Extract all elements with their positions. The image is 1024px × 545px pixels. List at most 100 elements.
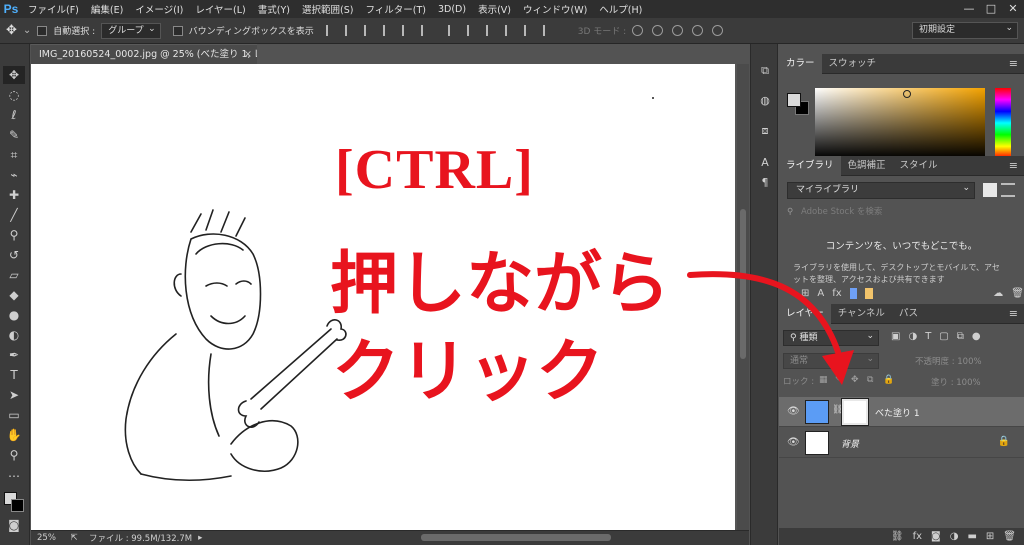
lock-transparent-icon[interactable]: ▦ xyxy=(819,375,828,385)
align-vcenter-icon[interactable] xyxy=(344,25,356,36)
background-color-swatch[interactable] xyxy=(11,499,24,512)
paint-bucket-tool-icon[interactable]: ◆ xyxy=(3,286,25,304)
opacity-field[interactable]: 不透明度 : 100% xyxy=(915,355,982,367)
hand-tool-icon[interactable]: ✋ xyxy=(3,426,25,444)
history-brush-tool-icon[interactable]: ↺ xyxy=(3,246,25,264)
blend-mode-dropdown[interactable]: 通常 xyxy=(783,352,879,369)
delete-layer-icon[interactable]: 🗑 xyxy=(1003,531,1016,542)
menu-layer[interactable]: レイヤー(L) xyxy=(189,2,251,16)
close-document-button[interactable]: × xyxy=(244,45,252,64)
menu-select[interactable]: 選択範囲(S) xyxy=(296,2,359,16)
lock-all-icon[interactable]: 🔒 xyxy=(883,375,894,385)
lock-artboard-icon[interactable]: ⧉ xyxy=(867,375,873,385)
zoom-tool-icon[interactable]: ⚲ xyxy=(3,446,25,464)
add-text-icon[interactable]: A xyxy=(817,288,824,299)
paragraph-panel-icon[interactable]: ¶ xyxy=(758,176,772,190)
crop-tool-icon[interactable]: ⌗ xyxy=(3,146,25,164)
maximize-button[interactable]: □ xyxy=(980,0,1002,18)
layer-thumbnail[interactable] xyxy=(805,400,829,424)
color-picker-ring[interactable] xyxy=(903,90,911,98)
marquee-tool-icon[interactable]: ◌ xyxy=(3,86,25,104)
layer-row-background[interactable]: 👁 背景 🔒 xyxy=(779,428,1024,458)
menu-image[interactable]: イメージ(I) xyxy=(129,2,189,16)
new-layer-icon[interactable]: ⊞ xyxy=(986,531,994,542)
pen-tool-icon[interactable]: ✒ xyxy=(3,346,25,364)
color-field[interactable] xyxy=(815,88,985,158)
lock-position-icon[interactable]: ✥ xyxy=(851,375,859,385)
panel-menu-icon[interactable]: ≡ xyxy=(1009,54,1018,74)
adjustments-panel-icon[interactable]: ⧈ xyxy=(758,124,772,138)
rotate-3d-icon[interactable] xyxy=(632,25,644,36)
fill-field[interactable]: 塗り : 100% xyxy=(931,376,981,388)
tab-swatches[interactable]: スウォッチ xyxy=(822,54,884,74)
layer-name[interactable]: 背景 xyxy=(841,437,859,450)
hue-slider[interactable] xyxy=(995,88,1011,158)
new-adjustment-icon[interactable]: ◑ xyxy=(950,531,959,542)
tab-paths[interactable]: パス xyxy=(892,304,925,324)
align-hcenter-icon[interactable] xyxy=(401,25,413,36)
character-panel-icon[interactable]: A xyxy=(758,156,772,170)
layer-row-fill[interactable]: 👁 ⛓ べた塗り 1 xyxy=(779,397,1024,427)
tab-adjustments[interactable]: 色調補正 xyxy=(841,156,893,176)
bounding-box-checkbox[interactable] xyxy=(172,25,183,36)
distribute-hcenter-icon[interactable] xyxy=(523,25,535,36)
eye-icon[interactable]: 👁 xyxy=(787,406,800,417)
brush-tool-icon[interactable]: ╱ xyxy=(3,206,25,224)
distribute-top-icon[interactable] xyxy=(447,25,459,36)
tab-color[interactable]: カラー xyxy=(779,53,822,74)
tab-styles[interactable]: スタイル xyxy=(893,156,945,176)
distribute-bottom-icon[interactable] xyxy=(485,25,497,36)
menu-window[interactable]: ウィンドウ(W) xyxy=(517,2,593,16)
dodge-tool-icon[interactable]: ◐ xyxy=(3,326,25,344)
quick-select-tool-icon[interactable]: ✎ xyxy=(3,126,25,144)
menu-help[interactable]: ヘルプ(H) xyxy=(593,2,648,16)
distribute-right-icon[interactable] xyxy=(542,25,554,36)
blur-tool-icon[interactable]: ● xyxy=(3,306,25,324)
new-group-icon[interactable]: ▬ xyxy=(967,531,976,542)
filter-pixel-icon[interactable]: ▣ xyxy=(891,331,900,342)
filter-smart-object-icon[interactable]: ⧉ xyxy=(957,331,964,342)
layer-style-icon[interactable]: fx xyxy=(913,531,922,542)
list-view-icon[interactable] xyxy=(1001,183,1015,197)
type-tool-icon[interactable]: T xyxy=(3,366,25,384)
align-bottom-icon[interactable] xyxy=(363,25,375,36)
zoom-level[interactable]: 25% xyxy=(31,533,67,543)
add-layer-style-icon[interactable]: fx xyxy=(832,288,841,299)
layer-mask-thumbnail[interactable] xyxy=(841,398,869,426)
tab-libraries[interactable]: ライブラリ xyxy=(779,155,841,176)
minimize-button[interactable]: — xyxy=(958,0,980,18)
library-dropdown[interactable]: マイライブラリ xyxy=(787,181,975,199)
drag-3d-icon[interactable] xyxy=(672,25,684,36)
vertical-scroll-thumb[interactable] xyxy=(740,209,746,359)
status-menu-arrow[interactable]: ▸ xyxy=(198,533,202,543)
menu-type[interactable]: 書式(Y) xyxy=(252,2,296,16)
vertical-scrollbar[interactable] xyxy=(737,64,749,530)
filter-adjustment-icon[interactable]: ◑ xyxy=(908,331,917,342)
align-left-icon[interactable] xyxy=(382,25,394,36)
cloud-sync-icon[interactable]: ☁ xyxy=(993,288,1003,299)
tab-layers[interactable]: レイヤー xyxy=(779,303,831,324)
filter-type-icon[interactable]: T xyxy=(925,331,931,342)
workspace-dropdown[interactable]: 初期設定 xyxy=(912,21,1018,39)
fg-color-swatch[interactable] xyxy=(787,93,801,107)
distribute-left-icon[interactable] xyxy=(504,25,516,36)
properties-panel-icon[interactable]: ◍ xyxy=(758,94,772,108)
path-select-tool-icon[interactable]: ➤ xyxy=(3,386,25,404)
add-mask-icon[interactable]: ◙ xyxy=(931,531,941,542)
more-tools-icon[interactable]: … xyxy=(3,464,25,482)
eye-icon[interactable]: 👁 xyxy=(787,437,800,448)
auto-select-checkbox[interactable] xyxy=(37,25,48,36)
horizontal-scroll-thumb[interactable] xyxy=(421,534,611,541)
auto-select-dropdown[interactable]: グループ xyxy=(101,22,161,39)
move-tool-icon[interactable]: ✥ xyxy=(3,66,25,84)
rectangle-tool-icon[interactable]: ▭ xyxy=(3,406,25,424)
move-tool-icon[interactable]: ✥ xyxy=(6,23,17,38)
menu-filter[interactable]: フィルター(T) xyxy=(359,2,432,16)
filter-shape-icon[interactable]: ▢ xyxy=(939,331,948,342)
scale-3d-icon[interactable] xyxy=(712,25,724,36)
distribute-vcenter-icon[interactable] xyxy=(466,25,478,36)
healing-brush-tool-icon[interactable]: ✚ xyxy=(3,186,25,204)
filter-toggle-icon[interactable]: ● xyxy=(972,331,981,342)
clone-stamp-tool-icon[interactable]: ⚲ xyxy=(3,226,25,244)
tool-preset-dropdown-icon[interactable]: ⌄ xyxy=(23,25,31,36)
